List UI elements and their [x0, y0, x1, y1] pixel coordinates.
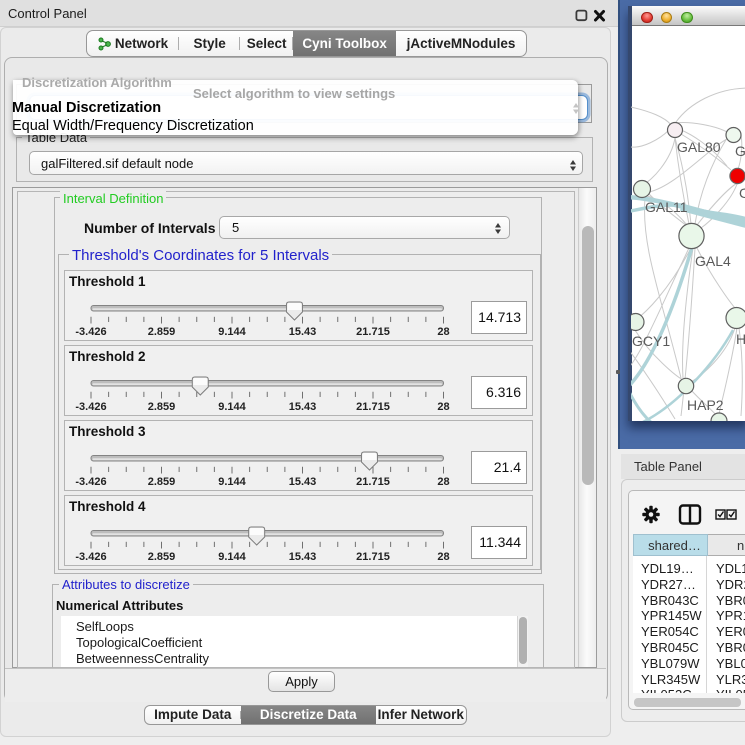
svg-text:9.144: 9.144: [218, 326, 246, 338]
svg-text:21.715: 21.715: [356, 551, 390, 563]
svg-text:GAL4: GAL4: [695, 253, 731, 269]
svg-text:HI: HI: [736, 331, 745, 347]
svg-text:2.859: 2.859: [148, 326, 176, 338]
svg-text:HAP2: HAP2: [687, 397, 724, 413]
svg-text:2.859: 2.859: [148, 476, 176, 488]
svg-text:-3.426: -3.426: [75, 551, 106, 563]
svg-text:GAL80: GAL80: [677, 139, 721, 155]
svg-text:-3.426: -3.426: [75, 401, 106, 413]
svg-text:15.43: 15.43: [289, 476, 317, 488]
svg-text:15.43: 15.43: [289, 551, 317, 563]
svg-text:15.43: 15.43: [289, 401, 317, 413]
svg-text:-3.426: -3.426: [75, 476, 106, 488]
svg-text:GCY1: GCY1: [632, 333, 670, 349]
svg-text:GA: GA: [735, 143, 745, 159]
svg-text:28: 28: [437, 401, 449, 413]
svg-text:9.144: 9.144: [218, 551, 246, 563]
svg-text:21.715: 21.715: [356, 326, 390, 338]
svg-text:2.859: 2.859: [148, 551, 176, 563]
svg-text:28: 28: [437, 326, 449, 338]
svg-text:28: 28: [437, 551, 449, 563]
svg-text:9.144: 9.144: [218, 476, 246, 488]
svg-text:21.715: 21.715: [356, 401, 390, 413]
svg-text:9.144: 9.144: [218, 401, 246, 413]
svg-text:2.859: 2.859: [148, 401, 176, 413]
svg-text:21.715: 21.715: [356, 476, 390, 488]
svg-text:-3.426: -3.426: [75, 326, 106, 338]
svg-text:GAL11: GAL11: [645, 199, 688, 215]
svg-text:C: C: [739, 185, 745, 201]
svg-text:15.43: 15.43: [289, 326, 317, 338]
svg-text:28: 28: [437, 476, 449, 488]
